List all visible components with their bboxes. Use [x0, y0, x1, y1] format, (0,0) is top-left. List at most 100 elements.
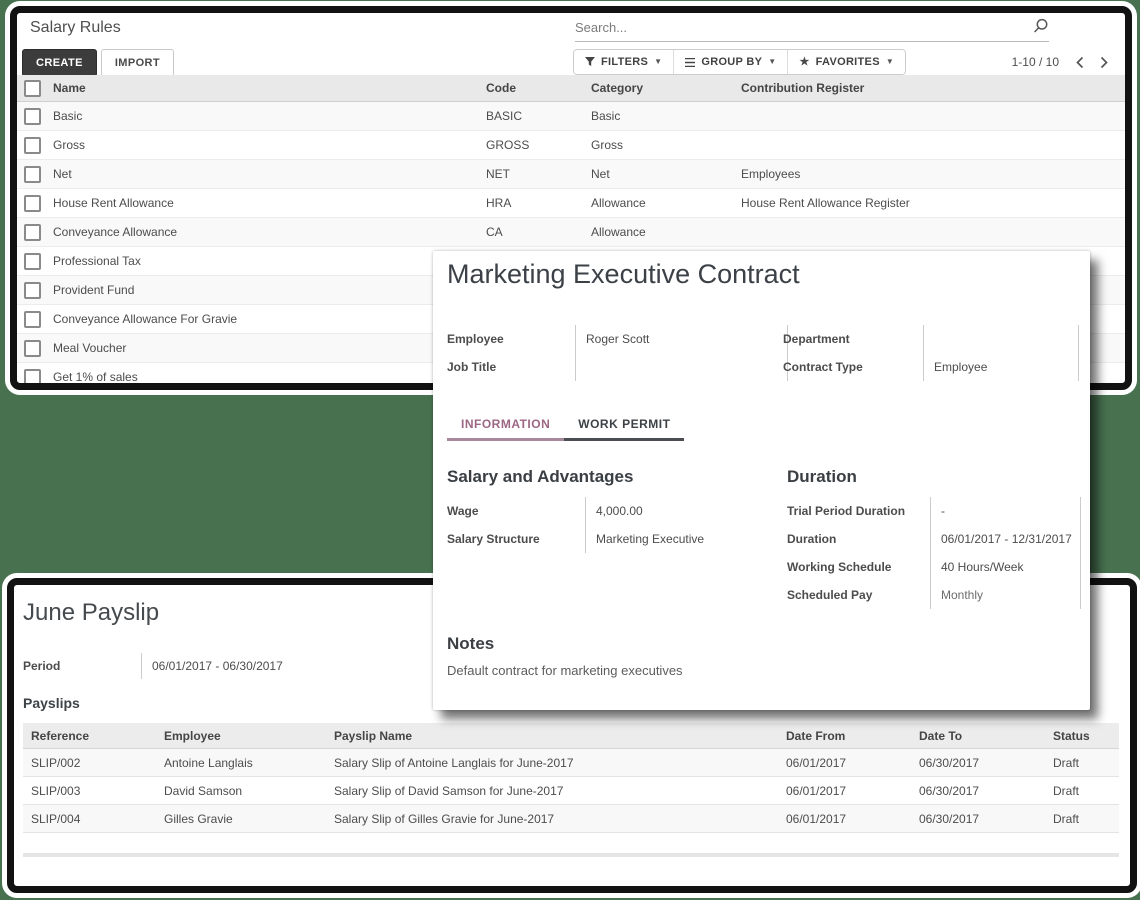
search-input[interactable]	[575, 15, 1015, 39]
cell-date-from[interactable]: 06/01/2017	[778, 805, 911, 833]
table-row[interactable]: Gross GROSS Gross	[17, 131, 1125, 160]
cell-name[interactable]: Professional Tax	[43, 247, 476, 276]
salary-structure-value[interactable]: Marketing Executive	[585, 525, 779, 553]
status-badge[interactable]: Draft	[1045, 777, 1119, 805]
row-checkbox[interactable]	[24, 224, 41, 241]
group-by-dropdown[interactable]: GROUP BY ▼	[673, 50, 787, 74]
column-header-date-to[interactable]: Date To	[911, 723, 1045, 749]
duration-section-heading: Duration	[787, 467, 857, 487]
cell-category[interactable]: Allowance	[581, 189, 731, 218]
cell-date-to[interactable]: 06/30/2017	[911, 805, 1045, 833]
cell-reference[interactable]: SLIP/003	[23, 777, 156, 805]
row-checkbox[interactable]	[24, 340, 41, 357]
cell-code[interactable]: HRA	[476, 189, 581, 218]
cell-category[interactable]: Allowance	[581, 218, 731, 247]
search-icon[interactable]	[1032, 18, 1049, 35]
favorites-dropdown[interactable]: ★ FAVORITES ▼	[787, 50, 905, 74]
table-row[interactable]: Conveyance Allowance CA Allowance	[17, 218, 1125, 247]
column-header-payslip-name[interactable]: Payslip Name	[326, 723, 778, 749]
cell-code[interactable]: BASIC	[476, 102, 581, 131]
wage-value[interactable]: 4,000.00	[585, 497, 779, 525]
column-header-status[interactable]: Status	[1045, 723, 1119, 749]
row-checkbox[interactable]	[24, 282, 41, 299]
period-value[interactable]: 06/01/2017 - 06/30/2017	[141, 653, 443, 679]
column-header-date-from[interactable]: Date From	[778, 723, 911, 749]
cell-payslip-name[interactable]: Salary Slip of Gilles Gravie for June-20…	[326, 805, 778, 833]
wage-field: Wage 4,000.00	[447, 497, 779, 525]
filters-dropdown[interactable]: FILTERS ▼	[574, 50, 673, 74]
table-row[interactable]: SLIP/003 David Samson Salary Slip of Dav…	[23, 777, 1119, 805]
cell-code[interactable]: CA	[476, 218, 581, 247]
column-header-employee[interactable]: Employee	[156, 723, 326, 749]
cell-name[interactable]: Meal Voucher	[43, 334, 476, 363]
table-row[interactable]: House Rent Allowance HRA Allowance House…	[17, 189, 1125, 218]
chevron-right-icon[interactable]	[1100, 56, 1109, 69]
select-all-checkbox[interactable]	[24, 80, 41, 97]
trial-period-value[interactable]: -	[930, 497, 1081, 525]
cell-reference[interactable]: SLIP/004	[23, 805, 156, 833]
column-header-name[interactable]: Name	[43, 75, 476, 102]
cell-employee[interactable]: Gilles Gravie	[156, 805, 326, 833]
salary-structure-field: Salary Structure Marketing Executive	[447, 525, 779, 553]
cell-contribution[interactable]: Employees	[731, 160, 1125, 189]
tab-work-permit[interactable]: WORK PERMIT	[564, 409, 684, 441]
cell-code[interactable]: NET	[476, 160, 581, 189]
cell-name[interactable]: Net	[43, 160, 476, 189]
row-checkbox[interactable]	[24, 137, 41, 154]
column-header-code[interactable]: Code	[476, 75, 581, 102]
tab-information[interactable]: INFORMATION	[447, 409, 564, 441]
notes-text[interactable]: Default contract for marketing executive…	[447, 663, 683, 678]
cell-contribution[interactable]: House Rent Allowance Register	[731, 189, 1125, 218]
row-checkbox[interactable]	[24, 311, 41, 328]
search-box[interactable]	[575, 15, 1049, 42]
cell-date-from[interactable]: 06/01/2017	[778, 777, 911, 805]
contract-type-value[interactable]: Employee	[923, 353, 1079, 381]
cell-name[interactable]: Basic	[43, 102, 476, 131]
cell-category[interactable]: Basic	[581, 102, 731, 131]
cell-code[interactable]: GROSS	[476, 131, 581, 160]
cell-name[interactable]: Gross	[43, 131, 476, 160]
cell-contribution[interactable]	[731, 131, 1125, 160]
cell-name[interactable]: Get 1% of sales	[43, 363, 476, 384]
scheduled-pay-value[interactable]: Monthly	[930, 581, 1081, 609]
cell-name[interactable]: Conveyance Allowance	[43, 218, 476, 247]
cell-reference[interactable]: SLIP/002	[23, 749, 156, 777]
cell-date-from[interactable]: 06/01/2017	[778, 749, 911, 777]
column-header-contribution[interactable]: Contribution Register	[731, 75, 1125, 102]
working-schedule-value[interactable]: 40 Hours/Week	[930, 553, 1081, 581]
cell-payslip-name[interactable]: Salary Slip of Antoine Langlais for June…	[326, 749, 778, 777]
employee-value[interactable]: Roger Scott	[575, 325, 788, 353]
cell-category[interactable]: Net	[581, 160, 731, 189]
create-button[interactable]: CREATE	[22, 49, 97, 77]
cell-category[interactable]: Gross	[581, 131, 731, 160]
import-button[interactable]: IMPORT	[101, 49, 174, 77]
status-badge[interactable]: Draft	[1045, 805, 1119, 833]
department-value[interactable]	[923, 325, 1079, 353]
row-checkbox[interactable]	[24, 195, 41, 212]
cell-employee[interactable]: David Samson	[156, 777, 326, 805]
status-badge[interactable]: Draft	[1045, 749, 1119, 777]
cell-date-to[interactable]: 06/30/2017	[911, 777, 1045, 805]
table-row[interactable]: SLIP/002 Antoine Langlais Salary Slip of…	[23, 749, 1119, 777]
job-title-value[interactable]	[575, 353, 788, 381]
cell-employee[interactable]: Antoine Langlais	[156, 749, 326, 777]
column-header-reference[interactable]: Reference	[23, 723, 156, 749]
group-by-label: GROUP BY	[701, 56, 762, 68]
table-row[interactable]: Basic BASIC Basic	[17, 102, 1125, 131]
table-row[interactable]: Net NET Net Employees	[17, 160, 1125, 189]
cell-name[interactable]: Conveyance Allowance For Gravie	[43, 305, 476, 334]
column-header-category[interactable]: Category	[581, 75, 731, 102]
row-checkbox[interactable]	[24, 253, 41, 270]
cell-date-to[interactable]: 06/30/2017	[911, 749, 1045, 777]
row-checkbox[interactable]	[24, 166, 41, 183]
cell-name[interactable]: Provident Fund	[43, 276, 476, 305]
chevron-left-icon[interactable]	[1075, 56, 1084, 69]
duration-value[interactable]: 06/01/2017 - 12/31/2017	[930, 525, 1081, 553]
cell-contribution[interactable]	[731, 102, 1125, 131]
table-row[interactable]: SLIP/004 Gilles Gravie Salary Slip of Gi…	[23, 805, 1119, 833]
cell-payslip-name[interactable]: Salary Slip of David Samson for June-201…	[326, 777, 778, 805]
row-checkbox[interactable]	[24, 108, 41, 125]
row-checkbox[interactable]	[24, 369, 41, 384]
cell-contribution[interactable]	[731, 218, 1125, 247]
cell-name[interactable]: House Rent Allowance	[43, 189, 476, 218]
